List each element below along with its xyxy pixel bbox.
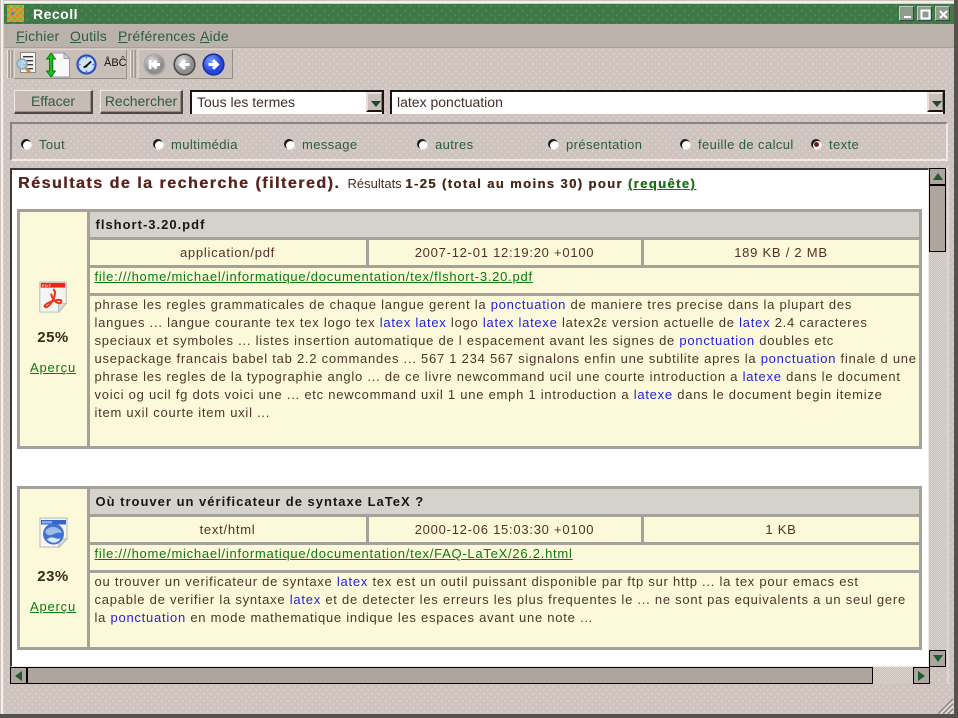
svg-text:PDF: PDF	[42, 283, 52, 288]
